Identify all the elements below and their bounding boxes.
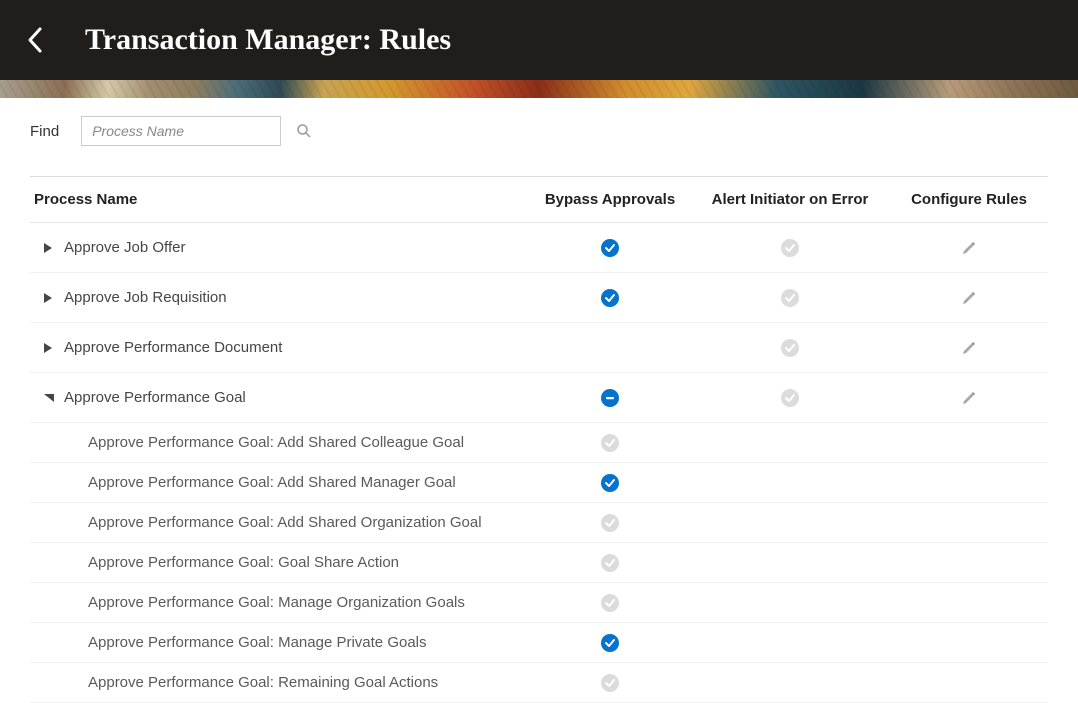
edit-button[interactable] <box>961 240 977 256</box>
search-button[interactable] <box>296 123 312 139</box>
check-enabled-icon[interactable] <box>781 339 799 357</box>
find-bar: Find <box>30 116 1048 146</box>
main-content: Find Process Name Bypass Approvals Alert… <box>0 98 1078 703</box>
bypass-cell <box>530 289 690 307</box>
expand-button[interactable] <box>44 343 54 353</box>
check-enabled-icon[interactable] <box>601 554 619 572</box>
triangle-right-icon <box>44 243 52 253</box>
check-enabled-icon[interactable] <box>781 239 799 257</box>
process-name: Approve Performance Goal: Add Shared Org… <box>88 514 482 531</box>
table-row: Approve Performance Document <box>30 323 1048 373</box>
bypass-cell <box>530 389 690 407</box>
process-name: Approve Performance Goal: Add Shared Col… <box>88 434 464 451</box>
expand-button[interactable] <box>44 243 54 253</box>
back-button[interactable] <box>20 25 50 55</box>
bypass-cell <box>530 434 690 452</box>
col-header-config: Configure Rules <box>890 191 1048 208</box>
process-cell: Approve Performance Goal: Remaining Goal… <box>30 674 530 691</box>
process-name[interactable]: Approve Job Requisition <box>64 289 227 306</box>
check-enabled-icon[interactable] <box>601 474 619 492</box>
process-name: Approve Performance Goal: Goal Share Act… <box>88 554 399 571</box>
edit-button[interactable] <box>961 340 977 356</box>
col-header-alert: Alert Initiator on Error <box>690 191 890 208</box>
check-enabled-icon[interactable] <box>601 674 619 692</box>
config-cell <box>890 290 1048 306</box>
process-cell: Approve Performance Goal: Manage Organiz… <box>30 594 530 611</box>
table-header-row: Process Name Bypass Approvals Alert Init… <box>30 176 1048 223</box>
check-enabled-icon[interactable] <box>601 289 619 307</box>
process-cell: Approve Performance Document <box>30 339 530 356</box>
search-icon <box>296 123 312 139</box>
bypass-cell <box>530 474 690 492</box>
config-cell <box>890 390 1048 406</box>
check-enabled-icon[interactable] <box>601 634 619 652</box>
process-name: Approve Performance Goal: Manage Private… <box>88 634 427 651</box>
process-cell: Approve Performance Goal: Goal Share Act… <box>30 554 530 571</box>
expand-button[interactable] <box>44 293 54 303</box>
check-enabled-icon[interactable] <box>601 594 619 612</box>
check-enabled-icon[interactable] <box>601 514 619 532</box>
triangle-down-icon <box>44 394 54 402</box>
process-cell: Approve Job Offer <box>30 239 530 256</box>
table-row: Approve Performance Goal: Manage Organiz… <box>30 583 1048 623</box>
check-enabled-icon[interactable] <box>601 434 619 452</box>
alert-cell <box>690 239 890 257</box>
check-enabled-icon[interactable] <box>601 239 619 257</box>
table-row: Approve Performance Goal: Goal Share Act… <box>30 543 1048 583</box>
pencil-icon <box>961 340 977 356</box>
alert-cell <box>690 339 890 357</box>
process-cell: Approve Performance Goal: Add Shared Man… <box>30 474 530 491</box>
rules-table: Process Name Bypass Approvals Alert Init… <box>30 176 1048 703</box>
chevron-left-icon <box>26 26 44 54</box>
col-header-bypass: Bypass Approvals <box>530 191 690 208</box>
alert-cell <box>690 289 890 307</box>
process-cell: Approve Performance Goal: Add Shared Org… <box>30 514 530 531</box>
check-enabled-icon[interactable] <box>781 289 799 307</box>
config-cell <box>890 240 1048 256</box>
process-name: Approve Performance Goal: Manage Organiz… <box>88 594 465 611</box>
check-partial-icon[interactable] <box>601 389 619 407</box>
process-name[interactable]: Approve Performance Document <box>64 339 282 356</box>
table-row: Approve Performance Goal: Add Shared Col… <box>30 423 1048 463</box>
bypass-cell <box>530 514 690 532</box>
bypass-cell <box>530 239 690 257</box>
collapse-button[interactable] <box>44 394 54 402</box>
config-cell <box>890 340 1048 356</box>
process-name: Approve Performance Goal: Remaining Goal… <box>88 674 438 691</box>
process-name[interactable]: Approve Job Offer <box>64 239 185 256</box>
table-row: Approve Performance Goal: Add Shared Man… <box>30 463 1048 503</box>
process-cell: Approve Job Requisition <box>30 289 530 306</box>
find-input[interactable] <box>81 116 281 146</box>
bypass-cell <box>530 554 690 572</box>
table-row: Approve Performance Goal: Manage Private… <box>30 623 1048 663</box>
edit-button[interactable] <box>961 290 977 306</box>
alert-cell <box>690 389 890 407</box>
decorative-band <box>0 80 1078 98</box>
pencil-icon <box>961 290 977 306</box>
table-row: Approve Performance Goal: Remaining Goal… <box>30 663 1048 703</box>
process-name[interactable]: Approve Performance Goal <box>64 389 246 406</box>
bypass-cell <box>530 594 690 612</box>
check-enabled-icon[interactable] <box>781 389 799 407</box>
app-header: Transaction Manager: Rules <box>0 0 1078 80</box>
process-cell: Approve Performance Goal: Add Shared Col… <box>30 434 530 451</box>
bypass-cell <box>530 674 690 692</box>
bypass-cell <box>530 634 690 652</box>
find-label: Find <box>30 123 59 140</box>
table-row: Approve Performance Goal <box>30 373 1048 423</box>
edit-button[interactable] <box>961 390 977 406</box>
pencil-icon <box>961 240 977 256</box>
process-name: Approve Performance Goal: Add Shared Man… <box>88 474 456 491</box>
process-cell: Approve Performance Goal: Manage Private… <box>30 634 530 651</box>
table-row: Approve Job Requisition <box>30 273 1048 323</box>
table-row: Approve Job Offer <box>30 223 1048 273</box>
process-cell: Approve Performance Goal <box>30 389 530 406</box>
pencil-icon <box>961 390 977 406</box>
col-header-process: Process Name <box>30 191 530 208</box>
triangle-right-icon <box>44 293 52 303</box>
page-title: Transaction Manager: Rules <box>85 23 451 57</box>
triangle-right-icon <box>44 343 52 353</box>
table-row: Approve Performance Goal: Add Shared Org… <box>30 503 1048 543</box>
